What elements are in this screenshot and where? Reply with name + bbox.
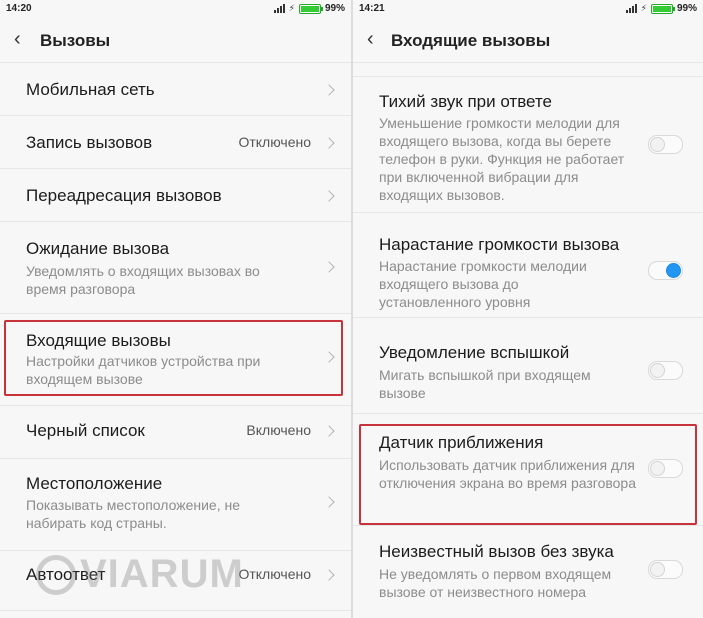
menu-item-title: Черный список — [26, 421, 145, 440]
battery-icon — [650, 3, 675, 14]
status-time: 14:20 — [6, 3, 32, 14]
menu-item-value: Отключено — [238, 134, 311, 150]
header: ‹ Вызовы — [0, 18, 351, 63]
menu-item-title: Местоположение — [26, 474, 163, 493]
setting-flash-notification: Уведомление вспышкой Мигать вспышкой при… — [353, 317, 703, 414]
highlight-box — [359, 424, 697, 525]
signal-icon — [625, 4, 637, 13]
setting-increasing-volume: Нарастание громкости вызова Нарастание г… — [353, 212, 703, 318]
chevron-right-icon — [323, 425, 335, 437]
header: ‹ Входящие вызовы — [353, 18, 703, 63]
chevron-right-icon — [323, 190, 335, 202]
chevron-right-icon — [323, 261, 335, 273]
menu-item-title: Запись вызовов — [26, 133, 153, 152]
menu-item-title: Ожидание вызова — [26, 239, 170, 258]
setting-subtitle: Нарастание громкости мелодии входящего в… — [379, 258, 587, 310]
setting-title: Неизвестный вызов без звука — [379, 542, 614, 561]
setting-subtitle: Мигать вспышкой при входящем вызове — [379, 367, 591, 401]
menu-item-title: Мобильная сеть — [26, 80, 155, 99]
setting-subtitle: Не уведомлять о первом входящем вызове о… — [379, 566, 612, 600]
status-time: 14:21 — [359, 3, 385, 14]
setting-title: Нарастание громкости вызова — [379, 235, 620, 254]
calls-settings-screen: 14:20 ⚡ 99% ‹ Вызовы Мобильная сеть Запи… — [0, 0, 351, 618]
setting-subtitle: Уменьшение громкости мелодии для входяще… — [379, 115, 625, 203]
chevron-right-icon — [323, 84, 335, 96]
toggle-switch[interactable] — [648, 261, 683, 280]
back-icon[interactable]: ‹ — [14, 29, 30, 50]
chevron-right-icon — [323, 496, 335, 508]
setting-unknown-call-silent: Неизвестный вызов без звука Не уведомлят… — [353, 525, 703, 618]
back-icon[interactable]: ‹ — [367, 29, 383, 50]
menu-item-call-waiting[interactable]: Ожидание вызова Уведомлять о входящих вы… — [0, 221, 351, 314]
menu-item-value: Включено — [246, 422, 311, 438]
toggle-knob — [666, 263, 681, 278]
toggle-knob — [650, 137, 665, 152]
setting-title: Тихий звук при ответе — [379, 92, 552, 111]
chevron-right-icon — [323, 137, 335, 149]
menu-item-mobile-network[interactable]: Мобильная сеть — [0, 62, 351, 116]
highlight-box — [4, 320, 343, 396]
menu-item-call-forwarding[interactable]: Переадресация вызовов — [0, 168, 351, 222]
toggle-knob — [650, 562, 665, 577]
status-bar: 14:21 ⚡ 99% — [353, 0, 703, 18]
setting-title: Уведомление вспышкой — [379, 343, 570, 362]
status-bar: 14:20 ⚡ 99% — [0, 0, 351, 18]
charging-icon: ⚡ — [640, 3, 647, 13]
page-title: Входящие вызовы — [391, 31, 551, 50]
charging-icon: ⚡ — [288, 3, 295, 13]
menu-item-subtitle: Уведомлять о входящих вызовах во время р… — [26, 263, 260, 297]
menu-item-call-recording[interactable]: Запись вызовов Отключено — [0, 115, 351, 169]
toggle-knob — [650, 363, 665, 378]
page-title: Вызовы — [40, 31, 111, 50]
menu-item-autoanswer[interactable]: Автоответ Отключено — [0, 550, 351, 611]
battery-icon — [298, 3, 323, 14]
setting-quiet-answer: Тихий звук при ответе Уменьшение громкос… — [353, 76, 703, 213]
toggle-switch[interactable] — [648, 135, 683, 154]
menu-item-location[interactable]: Местоположение Показывать местоположение… — [0, 458, 351, 551]
battery-level: 99% — [324, 3, 345, 14]
battery-level: 99% — [676, 3, 697, 14]
signal-icon — [273, 4, 285, 13]
menu-item-subtitle: Показывать местоположение, не набирать к… — [26, 497, 240, 531]
toggle-switch[interactable] — [648, 361, 683, 380]
chevron-right-icon — [323, 569, 335, 581]
menu-item-title: Автоответ — [26, 565, 106, 584]
toggle-switch[interactable] — [648, 560, 683, 579]
menu-item-value: Отключено — [238, 566, 311, 582]
menu-item-blacklist[interactable]: Черный список Включено — [0, 405, 351, 459]
incoming-calls-screen: 14:21 ⚡ 99% ‹ Входящие вызовы Тихий звук… — [353, 0, 703, 618]
menu-item-title: Переадресация вызовов — [26, 186, 222, 205]
